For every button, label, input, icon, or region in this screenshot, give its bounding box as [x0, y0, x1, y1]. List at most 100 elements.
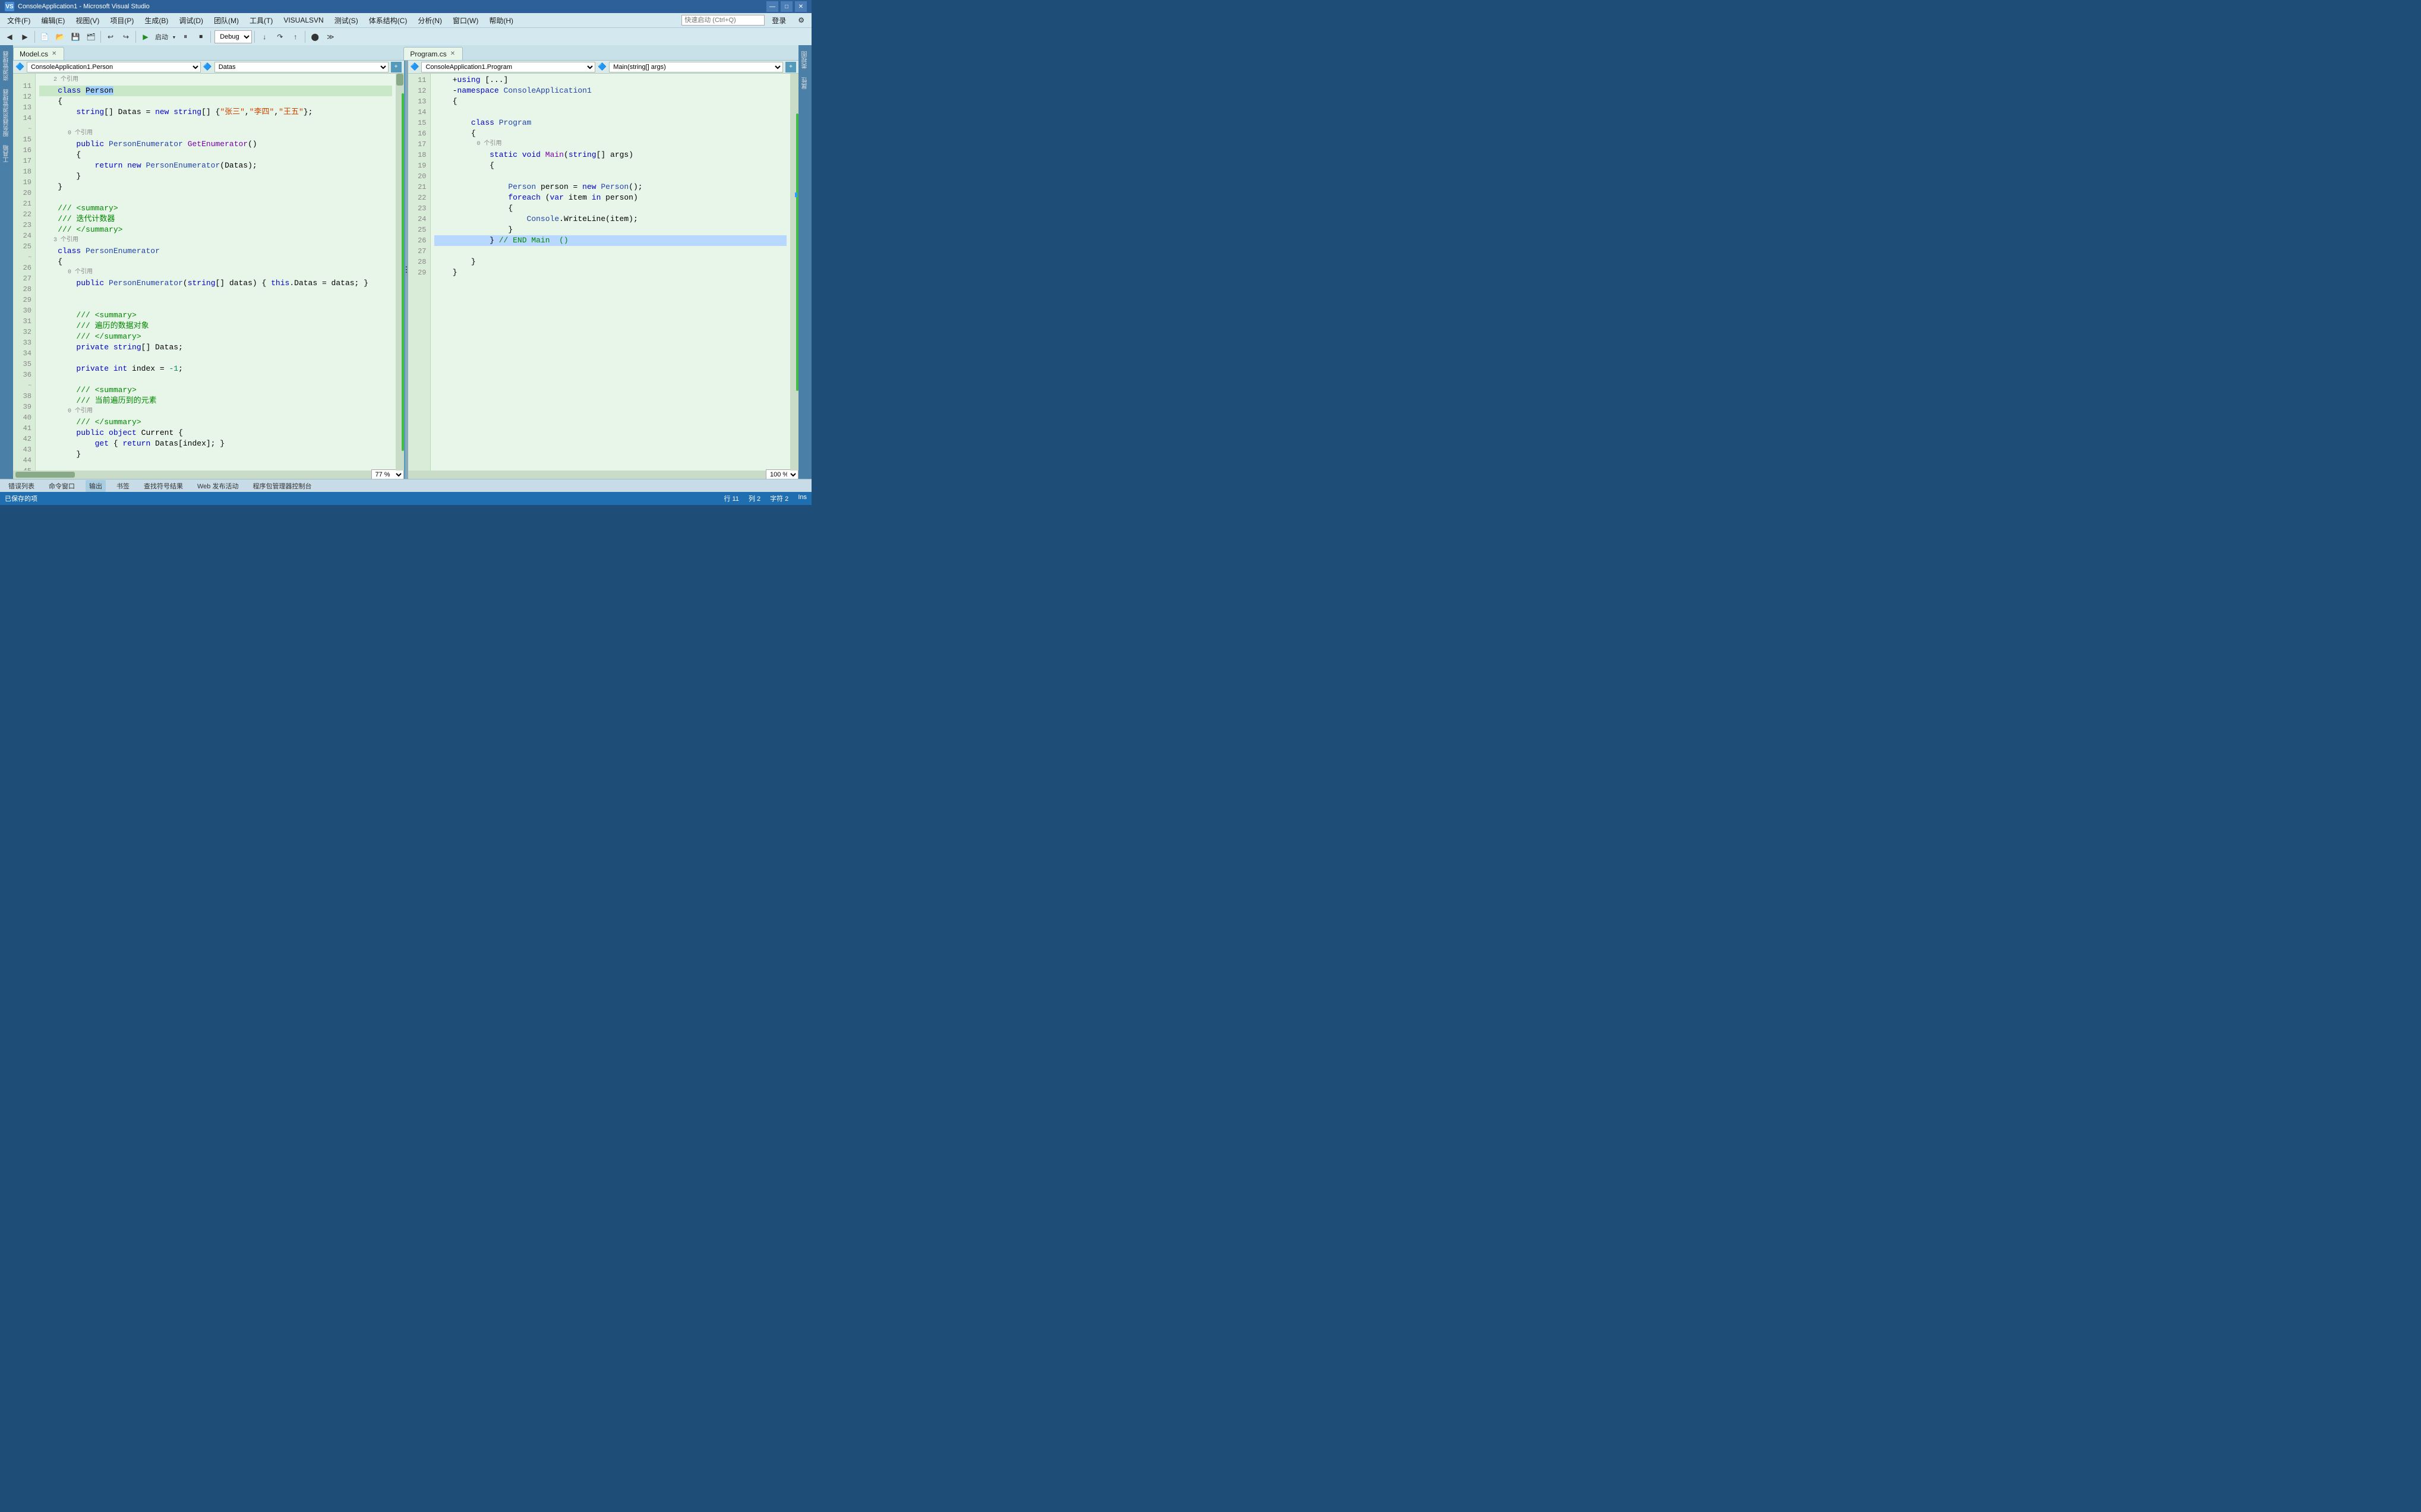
r-code-line-28: }: [434, 267, 787, 278]
bottom-tab-find-symbol[interactable]: 查找符号结果: [140, 480, 187, 492]
code-line-37: /// 当前遍历到的元素: [39, 396, 392, 406]
right-scrollbar[interactable]: [790, 74, 798, 471]
toolbar-step-over[interactable]: ↷: [273, 30, 287, 44]
toolbar-more[interactable]: ≫: [323, 30, 337, 44]
menu-arch[interactable]: 体系结构(C): [364, 14, 412, 27]
status-bar: 已保存的项 行 11 列 2 字符 2 Ins: [0, 492, 812, 505]
status-row: 行 11: [724, 494, 738, 503]
menu-help[interactable]: 帮助(H): [484, 14, 518, 27]
r-code-line-22: {: [434, 203, 787, 214]
right-code-content[interactable]: +using [...] -namespace ConsoleApplicati…: [431, 74, 791, 471]
code-line-19: }: [39, 182, 392, 192]
toolbar-pause[interactable]: ⏸: [178, 30, 192, 44]
left-scroll-thumb[interactable]: [396, 74, 403, 86]
toolbar-step-out[interactable]: ↑: [288, 30, 302, 44]
left-code-content[interactable]: 2 个引用 class Person { string[] Datas = ne…: [36, 74, 396, 471]
menu-test[interactable]: 测试(S): [330, 14, 363, 27]
code-line-20: [39, 192, 392, 203]
right-breadcrumb-member-select[interactable]: Main(string[] args): [609, 62, 783, 72]
debug-mode-select[interactable]: Debug: [214, 30, 252, 43]
toolbar-step-into[interactable]: ↓: [257, 30, 272, 44]
title-bar: VS ConsoleApplication1 - Microsoft Visua…: [0, 0, 812, 13]
left-zoom-select[interactable]: 77 %: [371, 469, 404, 479]
right-collapse-btn[interactable]: +: [785, 62, 796, 72]
menu-project[interactable]: 项目(P): [105, 14, 138, 27]
bottom-tab-errors[interactable]: 错误列表: [5, 480, 38, 492]
tab-program-cs-close[interactable]: ✕: [449, 50, 456, 58]
menu-view[interactable]: 视图(V): [71, 14, 104, 27]
tab-bar: Model.cs ✕ Program.cs ✕: [13, 45, 798, 61]
left-hscrollbar[interactable]: 77 %: [13, 471, 404, 479]
minimize-button[interactable]: —: [766, 1, 778, 12]
side-tab-toolbox[interactable]: 工具箱: [1, 141, 12, 166]
login-button[interactable]: 登录: [767, 14, 791, 27]
bottom-tab-cmd[interactable]: 命令窗口: [45, 480, 78, 492]
code-line-21: /// <summary>: [39, 203, 392, 214]
r-code-line-15: class Program: [434, 118, 787, 128]
menu-edit[interactable]: 编辑(E): [36, 14, 70, 27]
quick-search-input[interactable]: [681, 15, 765, 26]
tab-model-cs-close[interactable]: ✕: [50, 50, 58, 58]
left-breadcrumb-class-select[interactable]: ConsoleApplication1.Person: [27, 62, 201, 72]
right-breadcrumb-icon-2: 🔷: [598, 62, 607, 71]
bottom-panel: 错误列表 命令窗口 输出 书签 查找符号结果 Web 发布活动 程序包管理器控制…: [0, 479, 812, 492]
toolbar-start[interactable]: ▶: [138, 30, 153, 44]
r-code-line-24: }: [434, 225, 787, 235]
meta-38: 0 个引用: [39, 406, 392, 417]
toolbar-stop[interactable]: ⏹: [194, 30, 208, 44]
bottom-tab-nuget[interactable]: 程序包管理器控制台: [249, 480, 315, 492]
toolbar-open[interactable]: 📂: [53, 30, 67, 44]
r-code-line-16: {: [434, 128, 787, 139]
toolbar-forward[interactable]: ▶: [18, 30, 32, 44]
code-line-24: class PersonEnumerator: [39, 246, 392, 257]
menu-visualsvn[interactable]: VISUALSVN: [279, 15, 328, 26]
menu-debug[interactable]: 调试(D): [174, 14, 208, 27]
toolbar-new[interactable]: 📄: [37, 30, 52, 44]
code-line-35: [39, 374, 392, 385]
r-code-line-29: [434, 278, 787, 289]
code-line-23: /// </summary>: [39, 225, 392, 235]
tab-model-cs[interactable]: Model.cs ✕: [13, 47, 64, 60]
toolbar-save-all[interactable]: 🗂: [84, 30, 98, 44]
right-scroll-marker: [795, 192, 797, 197]
menu-team[interactable]: 团队(M): [209, 14, 244, 27]
menu-analyze[interactable]: 分析(N): [413, 14, 447, 27]
code-line-11[interactable]: class Person: [39, 86, 392, 96]
maximize-button[interactable]: □: [781, 1, 793, 12]
r-code-line-11: +using [...]: [434, 75, 787, 86]
bottom-tab-web-publish[interactable]: Web 发布活动: [194, 480, 242, 492]
settings-button[interactable]: ⚙: [793, 15, 809, 26]
side-tab-server-explorer[interactable]: 服务器资源管理器: [1, 86, 12, 140]
toolbar-breakpoint[interactable]: ⬤: [308, 30, 322, 44]
menu-tools[interactable]: 工具(T): [245, 14, 277, 27]
toolbar-sep-5: [254, 31, 255, 43]
toolbar-undo[interactable]: ↩: [103, 30, 118, 44]
bottom-tab-output[interactable]: 输出: [86, 480, 106, 492]
right-hscrollbar[interactable]: 100 %: [408, 471, 799, 479]
title-bar-controls[interactable]: — □ ✕: [766, 1, 807, 12]
toolbar-redo[interactable]: ↪: [119, 30, 133, 44]
left-scrollbar[interactable]: [396, 74, 404, 471]
right-zoom-select[interactable]: 100 %: [766, 469, 798, 479]
close-button[interactable]: ✕: [795, 1, 807, 12]
left-breadcrumb-member-select[interactable]: Datas: [214, 62, 389, 72]
menu-file[interactable]: 文件(F): [2, 14, 35, 27]
side-tab-class-view[interactable]: 类视图: [800, 48, 811, 72]
left-code-area: 11 12 13 14 ⋯ 15 16 17 18 19 20 21 22 23: [13, 74, 404, 471]
r-code-line-20: Person person = new Person();: [434, 182, 787, 192]
right-breadcrumb-class-select[interactable]: ConsoleApplication1.Program: [421, 62, 595, 72]
menu-build[interactable]: 生成(B): [140, 14, 173, 27]
tab-program-cs[interactable]: Program.cs ✕: [403, 47, 463, 60]
left-hscroll-thumb[interactable]: [15, 472, 75, 478]
r-code-line-25[interactable]: } // END Main (): [434, 235, 787, 246]
side-tab-resource-explorer[interactable]: 资源管理器: [1, 48, 12, 84]
toolbar-save[interactable]: 💾: [68, 30, 83, 44]
menu-window[interactable]: 窗口(W): [448, 14, 483, 27]
left-line-numbers: 11 12 13 14 ⋯ 15 16 17 18 19 20 21 22 23: [13, 74, 36, 471]
toolbar-back[interactable]: ◀: [2, 30, 17, 44]
right-editor-pane: 🔷 ConsoleApplication1.Program 🔷 Main(str…: [408, 61, 799, 479]
code-line-32: private string[] Datas;: [39, 342, 392, 353]
side-tab-properties[interactable]: 属性: [800, 74, 811, 93]
left-collapse-btn[interactable]: +: [391, 62, 402, 72]
bottom-tab-bookmarks[interactable]: 书签: [113, 480, 133, 492]
